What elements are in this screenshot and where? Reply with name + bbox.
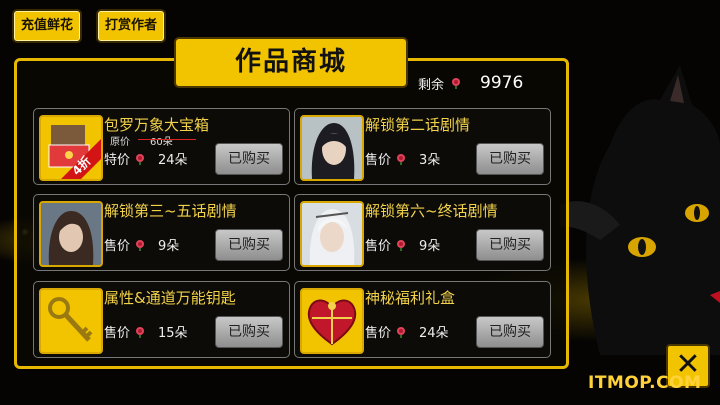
- rose-icon: [134, 153, 146, 165]
- shop-item-unlock-chapters-6-final: 解锁第六~终话剧情 售价 9朵 已购买: [294, 194, 551, 271]
- item-price: 特价 24朵: [104, 153, 188, 168]
- balance-label: 剩余: [418, 77, 445, 93]
- rose-icon: [134, 239, 146, 251]
- rose-icon: [450, 77, 462, 89]
- item-name: 解锁第三~五话剧情: [104, 202, 237, 220]
- shop-item-unlock-chapter-2: 解锁第二话剧情 售价 3朵 已购买: [294, 108, 551, 185]
- purchased-button[interactable]: 已购买: [215, 229, 283, 261]
- purchased-button[interactable]: 已购买: [215, 143, 283, 175]
- item-name: 包罗万象大宝箱: [104, 116, 210, 134]
- item-name: 解锁第二话剧情: [365, 116, 471, 134]
- treasure-box-icon: 4折: [39, 115, 103, 181]
- shop-title: 作品商城: [174, 37, 408, 88]
- item-price: 售价 9朵: [365, 239, 441, 254]
- character-portrait-icon: [300, 201, 364, 267]
- shop-item-treasure-box: 4折 包罗万象大宝箱 原价 60朵 特价 24朵 已购买: [33, 108, 290, 185]
- shop-item-unlock-chapters-3-5: 解锁第三~五话剧情 售价 9朵 已购买: [33, 194, 290, 271]
- flower-balance: 剩余 9976: [418, 73, 523, 93]
- item-name: 神秘福利礼盒: [365, 289, 456, 307]
- purchased-button[interactable]: 已购买: [476, 143, 544, 175]
- purchased-button[interactable]: 已购买: [215, 316, 283, 348]
- rose-icon: [134, 326, 146, 338]
- golden-key-icon: [39, 288, 103, 354]
- item-name: 解锁第六~终话剧情: [365, 202, 498, 220]
- character-portrait-icon: [39, 201, 103, 267]
- shop-item-mystery-gift-box: 神秘福利礼盒 售价 24朵 已购买: [294, 281, 551, 358]
- purchased-button[interactable]: 已购买: [476, 316, 544, 348]
- watermark: ITMOP.COM: [588, 373, 702, 393]
- shop-item-master-key: 属性&通道万能钥匙 售价 15朵 已购买: [33, 281, 290, 358]
- recharge-flowers-button[interactable]: 充值鲜花: [12, 9, 83, 43]
- item-price: 售价 24朵: [365, 326, 449, 341]
- purchased-button[interactable]: 已购买: [476, 229, 544, 261]
- tip-author-button[interactable]: 打赏作者: [96, 9, 167, 43]
- item-price: 售价 9朵: [104, 239, 180, 254]
- item-name: 属性&通道万能钥匙: [104, 289, 236, 307]
- rose-icon: [395, 153, 407, 165]
- item-price: 售价 3朵: [365, 153, 441, 168]
- rose-icon: [395, 239, 407, 251]
- original-price: 原价 60朵: [110, 133, 196, 148]
- rose-icon: [395, 326, 407, 338]
- black-cat-illustration: [560, 65, 720, 355]
- heart-gift-box-icon: [300, 288, 364, 354]
- character-portrait-icon: [300, 115, 364, 181]
- item-price: 售价 15朵: [104, 326, 188, 341]
- balance-value: 9976: [480, 73, 524, 93]
